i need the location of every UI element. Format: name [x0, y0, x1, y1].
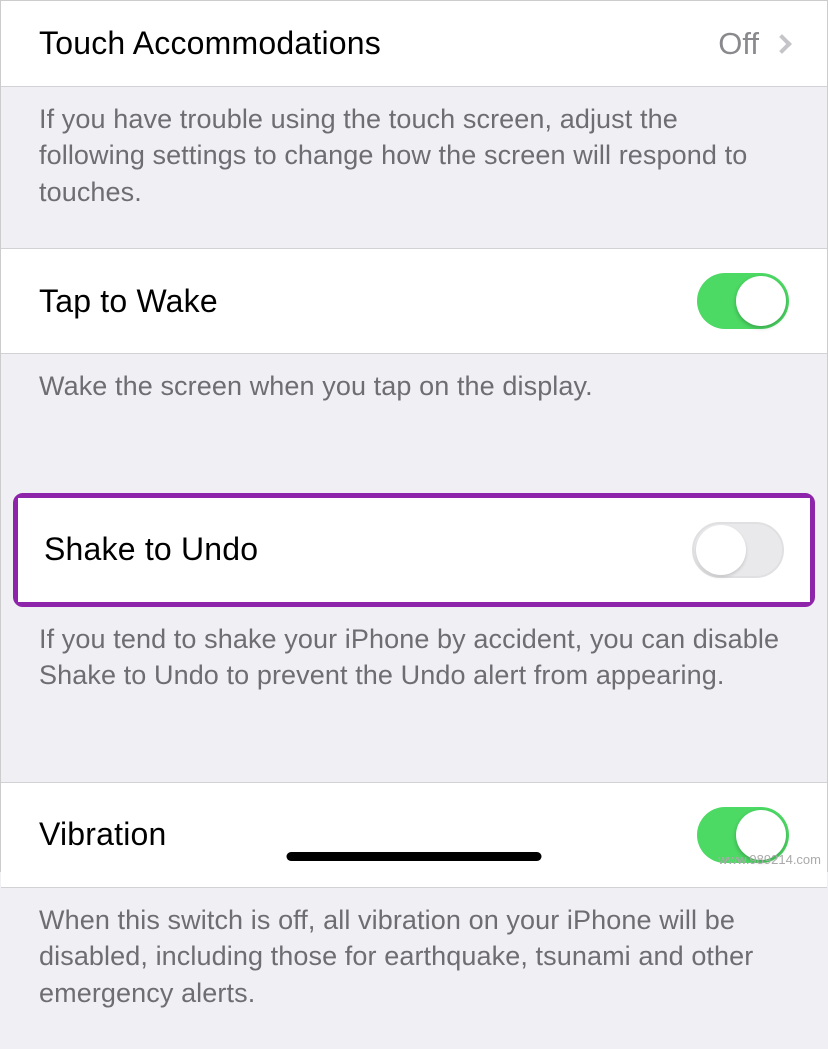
row-title: Shake to Undo — [44, 531, 258, 568]
footer-tap-to-wake: Wake the screen when you tap on the disp… — [1, 354, 827, 442]
settings-screen: Touch Accommodations Off If you have tro… — [0, 0, 828, 872]
home-indicator[interactable] — [287, 852, 542, 861]
toggle-tap-to-wake[interactable] — [697, 273, 789, 329]
row-touch-accommodations[interactable]: Touch Accommodations Off — [1, 1, 827, 87]
row-title: Tap to Wake — [39, 283, 218, 320]
footer-vibration: When this switch is off, all vibration o… — [1, 888, 827, 1049]
row-value-wrapper: Off — [718, 26, 789, 62]
spacer — [1, 443, 827, 493]
row-tap-to-wake: Tap to Wake — [1, 248, 827, 354]
row-shake-to-undo: Shake to Undo — [18, 498, 810, 602]
footer-shake-to-undo: If you tend to shake your iPhone by acci… — [1, 607, 827, 732]
toggle-knob — [736, 276, 786, 326]
chevron-right-icon — [772, 34, 792, 54]
row-value-text: Off — [718, 26, 759, 62]
spacer — [1, 732, 827, 782]
row-title: Touch Accommodations — [39, 25, 381, 62]
watermark-text: www.989214.com — [718, 852, 821, 867]
toggle-knob — [696, 525, 746, 575]
row-title: Vibration — [39, 816, 167, 853]
footer-touch-accommodations: If you have trouble using the touch scre… — [1, 87, 827, 248]
highlight-shake-to-undo: Shake to Undo — [13, 493, 815, 607]
toggle-shake-to-undo[interactable] — [692, 522, 784, 578]
